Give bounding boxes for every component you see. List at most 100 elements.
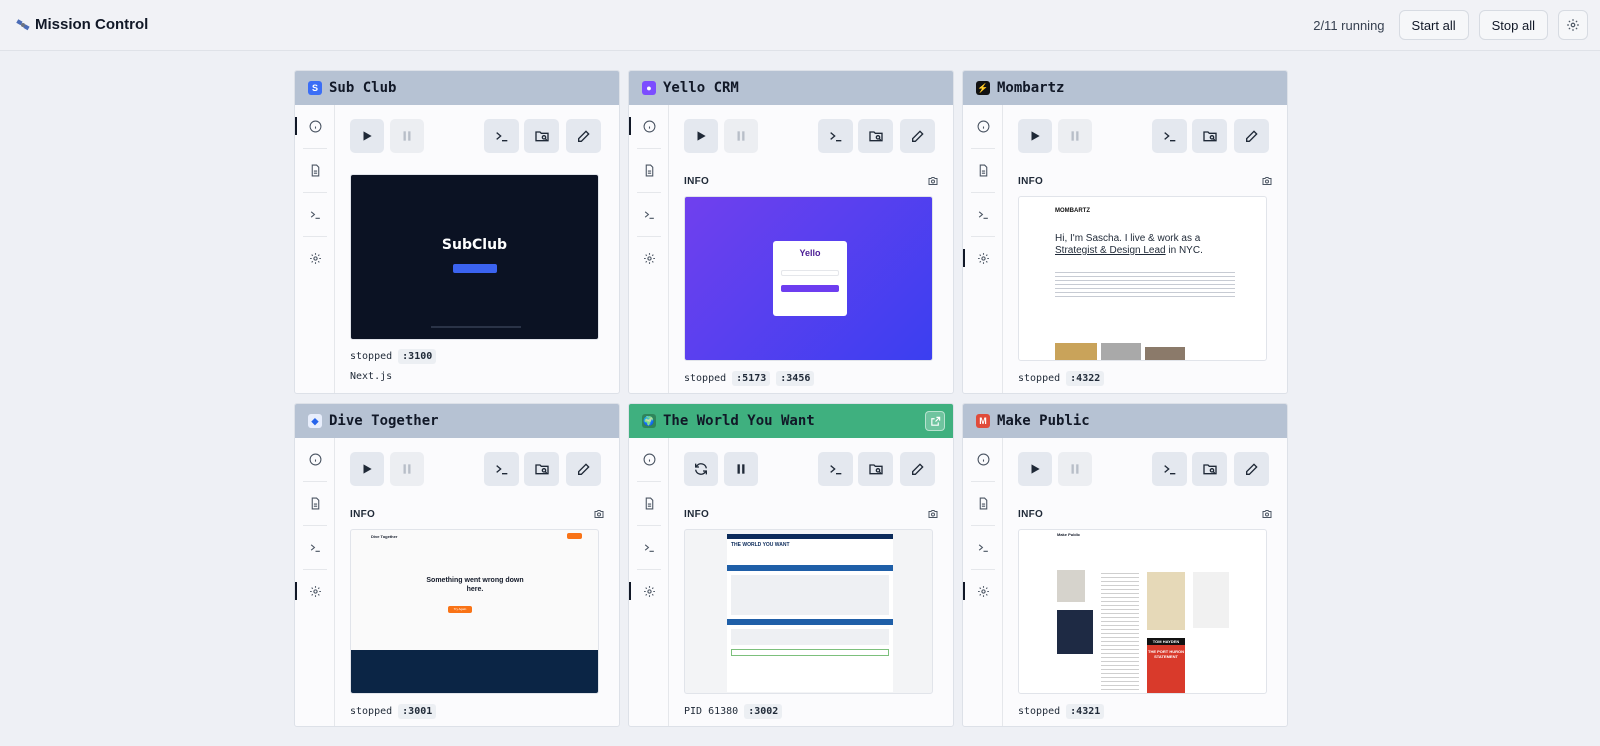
open-terminal-button[interactable] [1152,452,1187,486]
sidebar-terminal-tab[interactable] [295,526,335,569]
terminal-icon [828,461,844,477]
gear-icon [643,585,656,598]
sidebar-settings-tab[interactable] [629,570,669,613]
card-sidebar [629,105,669,393]
pause-button[interactable] [1058,119,1092,153]
edit-button[interactable] [900,452,935,486]
edit-button[interactable] [900,119,935,153]
sidebar-terminal-tab[interactable] [629,526,669,569]
sidebar-info-tab[interactable] [963,105,1003,148]
pause-button[interactable] [1058,452,1092,486]
camera-icon[interactable] [927,175,939,187]
sidebar-settings-tab[interactable] [295,570,335,613]
open-terminal-button[interactable] [1152,119,1187,153]
start-button[interactable] [350,119,384,153]
sidebar-info-tab[interactable] [629,105,669,148]
running-count: 2/11 running [1313,17,1385,33]
open-terminal-button[interactable] [484,119,519,153]
open-terminal-button[interactable] [484,452,519,486]
pencil-icon [1244,461,1260,477]
sidebar-settings-tab[interactable] [295,237,335,280]
pencil-icon [576,461,592,477]
restart-button[interactable] [684,452,718,486]
sidebar-logs-tab[interactable] [295,149,335,192]
open-folder-button[interactable] [1192,119,1227,153]
preview-heading: THE WORLD YOU WANT [731,542,790,548]
app-icon: M [976,414,990,428]
pause-button[interactable] [724,119,758,153]
status-text: PID 61380 [684,706,739,717]
pause-button[interactable] [390,119,424,153]
pause-button[interactable] [724,452,758,486]
gear-icon [309,252,322,265]
card-title: Yello CRM [663,80,739,96]
settings-button[interactable] [1558,10,1588,40]
sidebar-logs-tab[interactable] [963,149,1003,192]
port-badge: :4321 [1066,704,1105,719]
document-icon [643,497,656,510]
status-text: stopped [1018,373,1061,384]
card-header: ● Yello CRM [629,71,953,105]
sidebar-info-tab[interactable] [629,438,669,481]
camera-icon[interactable] [927,508,939,520]
sidebar-logs-tab[interactable] [963,482,1003,525]
sidebar-info-tab[interactable] [295,438,335,481]
edit-button[interactable] [566,119,601,153]
camera-icon[interactable] [1261,175,1273,187]
start-button[interactable] [350,452,384,486]
start-button[interactable] [1018,452,1052,486]
lightning-icon: ⚡ [976,81,990,95]
open-folder-button[interactable] [858,119,893,153]
edit-button[interactable] [1234,119,1269,153]
document-icon [309,497,322,510]
sidebar-terminal-tab[interactable] [629,193,669,236]
start-button[interactable] [1018,119,1052,153]
camera-icon[interactable] [1261,508,1273,520]
camera-icon[interactable] [593,508,605,520]
open-folder-button[interactable] [524,119,559,153]
card-header: M Make Public [963,404,1287,438]
preview-screenshot: THE WORLD YOU WANT [684,529,933,694]
info-icon [309,120,322,133]
pause-button[interactable] [390,452,424,486]
open-browser-button[interactable] [925,411,945,431]
sidebar-terminal-tab[interactable] [295,193,335,236]
start-button[interactable] [684,119,718,153]
terminal-icon [977,541,990,554]
stop-all-button[interactable]: Stop all [1478,10,1548,40]
open-folder-button[interactable] [858,452,893,486]
sidebar-logs-tab[interactable] [629,149,669,192]
card-sidebar [295,438,335,726]
status-row: stopped :5173 :3456 [684,371,815,386]
status-row: stopped :4322 [1018,371,1105,386]
folder-search-icon [868,128,884,144]
sidebar-info-tab[interactable] [295,105,335,148]
sidebar-terminal-tab[interactable] [963,526,1003,569]
sidebar-settings-tab[interactable] [963,237,1003,280]
info-icon [977,120,990,133]
port-badge: :5173 [732,371,771,386]
sidebar-info-tab[interactable] [963,438,1003,481]
start-all-button[interactable]: Start all [1398,10,1469,40]
pause-icon [734,462,748,476]
preview-screenshot: Make Public TOM HAYDEN THE PORT HURON ST… [1018,529,1267,694]
card-title: The World You Want [663,413,815,429]
sidebar-logs-tab[interactable] [629,482,669,525]
open-folder-button[interactable] [524,452,559,486]
sidebar-terminal-tab[interactable] [963,193,1003,236]
open-terminal-button[interactable] [818,452,853,486]
sidebar-settings-tab[interactable] [963,570,1003,613]
edit-button[interactable] [1234,452,1269,486]
edit-button[interactable] [566,452,601,486]
sidebar-settings-tab[interactable] [629,237,669,280]
open-terminal-button[interactable] [818,119,853,153]
info-icon [643,453,656,466]
card-title: Sub Club [329,80,397,96]
open-folder-button[interactable] [1192,452,1227,486]
sidebar-logs-tab[interactable] [295,482,335,525]
pause-icon [1068,462,1082,476]
pause-icon [400,462,414,476]
app-icon: S [308,81,322,95]
project-card-sub-club: S Sub Club SubClub stopped :3100 Next.js [294,70,620,394]
pencil-icon [910,461,926,477]
